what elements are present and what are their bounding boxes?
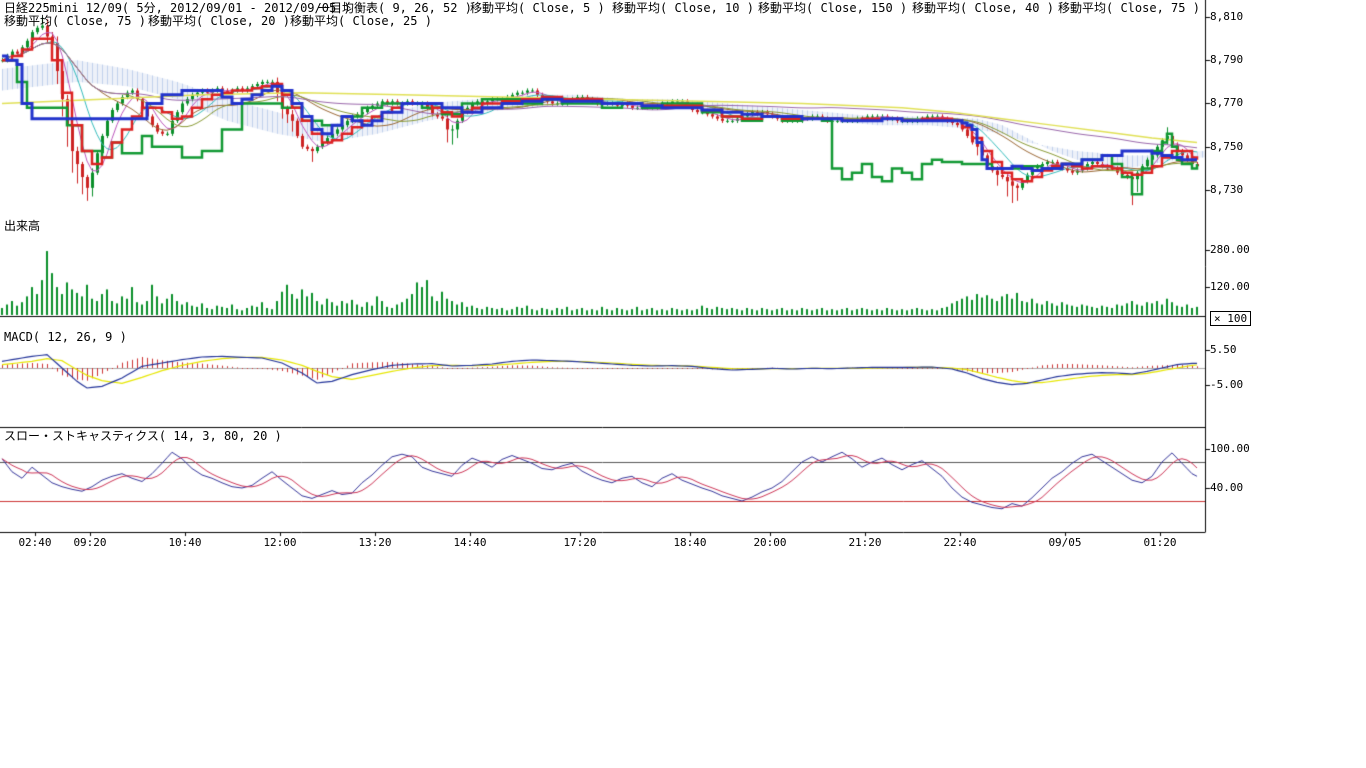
price-tick-8810: 8,810 <box>1210 11 1243 23</box>
indicator-ma75-b: 移動平均( Close, 75 ) <box>4 15 146 28</box>
volume-tick-280: 280.00 <box>1210 244 1250 256</box>
time-tick-2240: 22:40 <box>936 536 984 549</box>
indicator-ma150: 移動平均( Close, 150 ) <box>758 2 907 15</box>
time-tick-1200: 12:00 <box>256 536 304 549</box>
volume-multiplier-badge: × 100 <box>1210 311 1251 326</box>
indicator-ma75: 移動平均( Close, 75 ) <box>1058 2 1200 15</box>
macd-tick-m500: -5.00 <box>1210 379 1243 391</box>
time-tick-0905: 09/05 <box>1041 536 1089 549</box>
time-tick-1040: 10:40 <box>161 536 209 549</box>
time-tick-1440: 14:40 <box>446 536 494 549</box>
indicator-ma25: 移動平均( Close, 25 ) <box>290 15 432 28</box>
indicator-ma20: 移動平均( Close, 20 ) <box>148 15 290 28</box>
time-tick-2120: 21:20 <box>841 536 889 549</box>
indicator-ma10: 移動平均( Close, 10 ) <box>612 2 754 15</box>
macd-panel-label: MACD( 12, 26, 9 ) <box>4 331 127 344</box>
macd-tick-550: 5.50 <box>1210 344 1237 356</box>
time-tick-1320: 13:20 <box>351 536 399 549</box>
volume-tick-120: 120.00 <box>1210 281 1250 293</box>
price-tick-8770: 8,770 <box>1210 97 1243 109</box>
time-tick-0920: 09:20 <box>66 536 114 549</box>
time-tick-0240: 02:40 <box>11 536 59 549</box>
time-tick-1840: 18:40 <box>666 536 714 549</box>
stoch-tick-40: 40.00 <box>1210 482 1243 494</box>
time-tick-1720: 17:20 <box>556 536 604 549</box>
stoch-tick-100: 100.00 <box>1210 443 1250 455</box>
volume-panel-label: 出来高 <box>4 220 40 233</box>
price-tick-8730: 8,730 <box>1210 184 1243 196</box>
price-tick-8790: 8,790 <box>1210 54 1243 66</box>
stoch-panel-label: スロー・ストキャスティクス( 14, 3, 80, 20 ) <box>4 430 282 443</box>
indicator-ma40: 移動平均( Close, 40 ) <box>912 2 1054 15</box>
chart-canvas[interactable] <box>0 0 1366 768</box>
indicator-ma5: 移動平均( Close, 5 ) <box>470 2 605 15</box>
time-tick-0120: 01:20 <box>1136 536 1184 549</box>
price-tick-8750: 8,750 <box>1210 141 1243 153</box>
chart-app: 日経225mini 12/09( 5分, 2012/09/01 - 2012/0… <box>0 0 1366 768</box>
time-tick-2000: 20:00 <box>746 536 794 549</box>
